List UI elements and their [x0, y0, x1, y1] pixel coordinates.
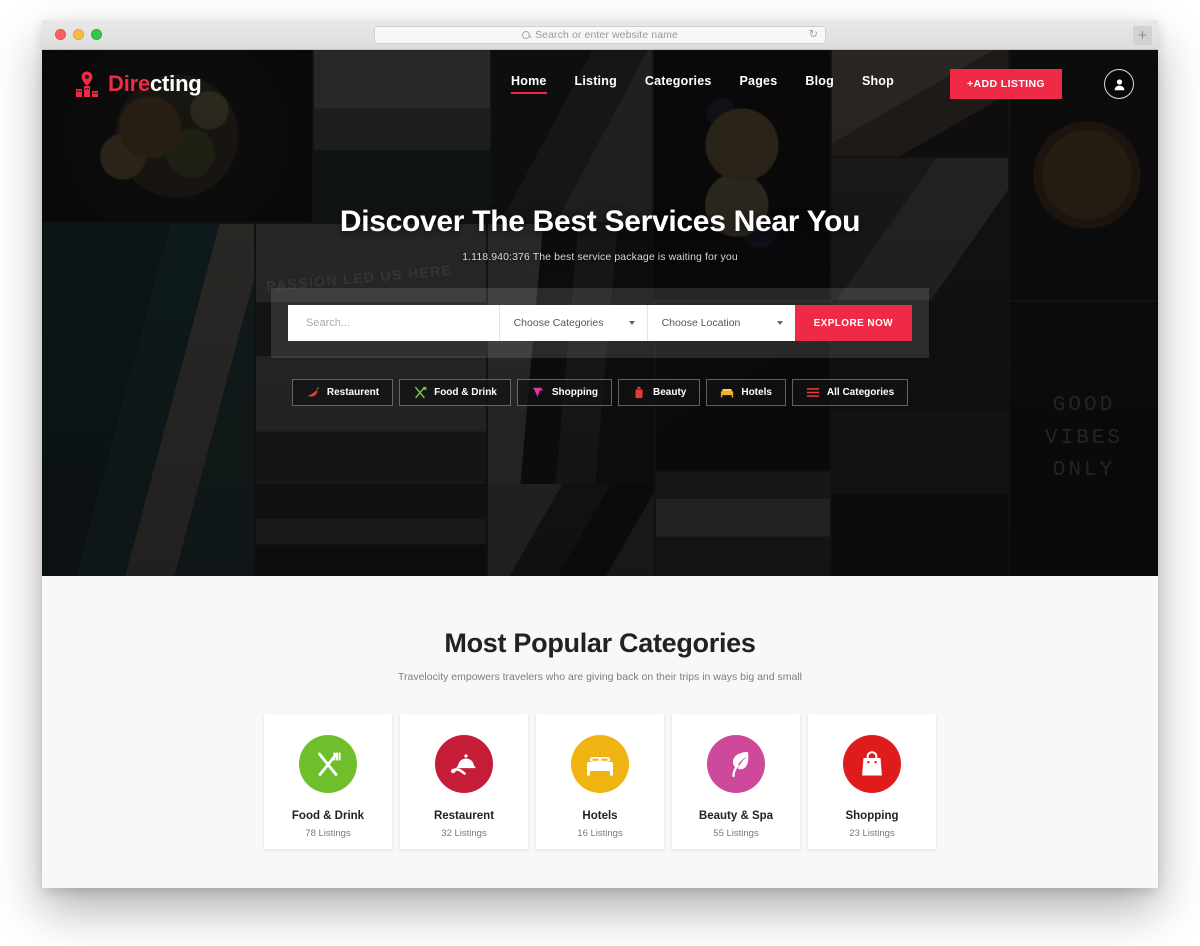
browser-window: Search or enter website name ↻ + PASSION… [42, 20, 1158, 888]
hero-search-panel: Choose Categories Choose Location EXPLOR… [271, 288, 929, 358]
category-card-beauty-spa[interactable]: Beauty & Spa 55 Listings [672, 714, 800, 849]
close-window-button[interactable] [55, 29, 66, 40]
brand-name-accent: Dire [108, 71, 150, 96]
window-controls [55, 29, 102, 40]
user-icon [1114, 78, 1124, 90]
categories-select-value: Choose Categories [513, 317, 604, 329]
category-card-hotels[interactable]: Hotels 16 Listings [536, 714, 664, 849]
brand-logo[interactable]: Directing [74, 70, 202, 98]
chili-pepper-icon [307, 387, 319, 397]
maximize-window-button[interactable] [91, 29, 102, 40]
explore-now-button[interactable]: EXPLORE NOW [794, 305, 912, 341]
chip-label: Beauty [652, 387, 687, 398]
nav-item-blog[interactable]: Blog [805, 74, 834, 94]
main-navigation: Home Listing Categories Pages Blog Shop … [511, 69, 1134, 99]
leaf-icon [732, 752, 749, 778]
chip-shopping[interactable]: Shopping [516, 379, 612, 406]
chip-restaurent[interactable]: Restaurent [291, 379, 394, 406]
nav-item-shop[interactable]: Shop [862, 74, 894, 94]
hero-search-bar: Choose Categories Choose Location EXPLOR… [288, 305, 912, 341]
chip-label: Restaurent [326, 387, 380, 398]
nav-item-listing[interactable]: Listing [575, 74, 617, 94]
bed-icon [721, 389, 734, 398]
search-input[interactable] [288, 305, 499, 341]
address-bar-placeholder: Search or enter website name [535, 28, 678, 41]
hero-subtitle: 1.118.940:376 The best service package i… [462, 251, 738, 263]
chevron-down-icon [628, 321, 635, 325]
chip-food-drink[interactable]: Food & Drink [399, 379, 511, 406]
categories-select[interactable]: Choose Categories [498, 305, 647, 341]
category-name: Hotels [582, 810, 618, 822]
category-name: Restaurent [433, 810, 495, 822]
category-card-food-drink[interactable]: Food & Drink 78 Listings [264, 714, 392, 849]
chip-all-categories[interactable]: All Categories [791, 379, 909, 406]
chevron-down-icon [776, 321, 783, 325]
page-viewport: PASSION LED US HERE GOOD VIBES ONLY Dire… [42, 50, 1158, 888]
map-pin-buildings-icon [74, 70, 100, 98]
site-header: Directing Home Listing Categories Pages … [42, 50, 1158, 118]
hero-title: Discover The Best Services Near You [339, 205, 861, 238]
nav-item-pages[interactable]: Pages [740, 74, 778, 94]
user-account-button[interactable] [1104, 69, 1134, 99]
category-icon-badge [707, 735, 765, 793]
location-select[interactable]: Choose Location [646, 305, 795, 341]
beauty-bottle-icon [635, 386, 643, 399]
add-listing-button[interactable]: +ADD LISTING [949, 69, 1062, 99]
chip-label: Shopping [551, 387, 598, 398]
serving-tray-icon [451, 754, 476, 775]
chip-label: All Categories [826, 387, 895, 398]
menu-lines-icon [806, 388, 820, 397]
category-count: 23 Listings [849, 828, 895, 839]
category-count: 55 Listings [713, 828, 759, 839]
category-card-list: Food & Drink 78 Listings Restaurent 32 L… [42, 714, 1158, 849]
fork-knife-icon [414, 386, 427, 399]
brand-name: Directing [108, 71, 202, 97]
nav-item-categories[interactable]: Categories [645, 74, 712, 94]
category-card-restaurent[interactable]: Restaurent 32 Listings [400, 714, 528, 849]
location-select-value: Choose Location [661, 317, 741, 329]
hero-content: Discover The Best Services Near You 1.11… [42, 50, 1158, 576]
chip-beauty[interactable]: Beauty [617, 379, 701, 406]
category-count: 16 Listings [577, 828, 623, 839]
category-count: 78 Listings [305, 828, 351, 839]
address-bar[interactable]: Search or enter website name ↻ [374, 25, 826, 44]
popular-categories-section: Most Popular Categories Travelocity empo… [42, 576, 1158, 888]
category-name: Shopping [845, 810, 899, 822]
section-title: Most Popular Categories [444, 628, 756, 658]
minimize-window-button[interactable] [73, 29, 84, 40]
category-name: Food & Drink [291, 810, 365, 822]
category-name: Beauty & Spa [698, 810, 774, 822]
reload-icon[interactable]: ↻ [809, 29, 818, 40]
hero-section: PASSION LED US HERE GOOD VIBES ONLY Dire… [42, 50, 1158, 576]
category-card-shopping[interactable]: Shopping 23 Listings [808, 714, 936, 849]
chip-label: Food & Drink [434, 387, 497, 398]
new-tab-button[interactable]: + [1133, 26, 1152, 45]
brand-name-rest: cting [150, 71, 202, 96]
bed-icon [587, 757, 613, 776]
section-subtitle: Travelocity empowers travelers who are g… [397, 671, 803, 683]
chip-label: Hotels [741, 387, 772, 398]
chip-hotels[interactable]: Hotels [706, 379, 786, 406]
category-icon-badge [435, 735, 493, 793]
category-icon-badge [571, 735, 629, 793]
category-count: 32 Listings [441, 828, 487, 839]
category-icon-badge [299, 735, 357, 793]
fork-knife-icon [318, 752, 341, 776]
search-icon [522, 30, 531, 39]
browser-chrome: Search or enter website name ↻ + [42, 20, 1158, 50]
shopping-bag-icon [862, 751, 882, 776]
shopping-tag-icon [532, 387, 544, 398]
category-icon-badge [843, 735, 901, 793]
category-chip-list: Restaurent Food & Drink Shopping Beauty … [291, 379, 909, 406]
nav-item-home[interactable]: Home [511, 74, 547, 94]
